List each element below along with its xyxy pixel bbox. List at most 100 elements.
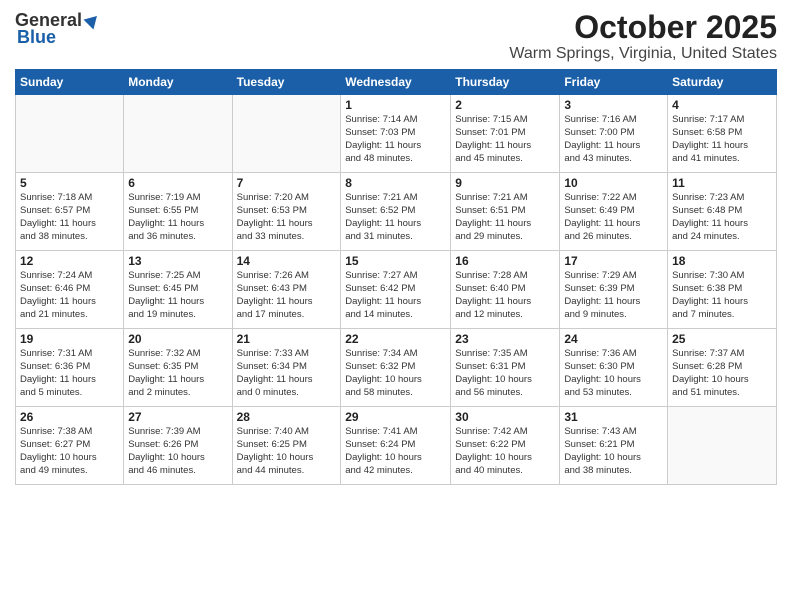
day-info: Sunrise: 7:26 AM Sunset: 6:43 PM Dayligh… <box>237 270 337 321</box>
calendar-cell: 21Sunrise: 7:33 AM Sunset: 6:34 PM Dayli… <box>232 329 341 407</box>
calendar-cell: 5 Sunrise: 7:18 AM Sunset: 6:57 PM Daylig… <box>16 173 124 251</box>
day-number: 18 <box>672 254 772 268</box>
page-container: General Blue October 2025 Warm Springs, … <box>0 0 792 490</box>
col-saturday: Saturday <box>668 70 777 95</box>
day-number: 21 <box>237 332 337 346</box>
col-wednesday: Wednesday <box>341 70 451 95</box>
day-number: 5 <box>20 176 119 190</box>
day-info: Sunrise: 7:24 AM Sunset: 6:46 PM Dayligh… <box>20 270 119 321</box>
day-info: Sunrise: 7:20 AM Sunset: 6:53 PM Dayligh… <box>237 192 337 243</box>
calendar-cell: 30 Sunrise: 7:42 AM Sunset: 6:22 PM Dayli… <box>451 407 560 485</box>
day-number: 31 <box>564 410 663 424</box>
day-info: Sunrise: 7:38 AM Sunset: 6:27 PM Dayligh… <box>20 426 119 477</box>
day-number: 15 <box>345 254 446 268</box>
month-title: October 2025 <box>509 10 777 45</box>
calendar-cell: 17Sunrise: 7:29 AM Sunset: 6:39 PM Dayli… <box>560 251 668 329</box>
day-number: 10 <box>564 176 663 190</box>
day-info: Sunrise: 7:15 AM Sunset: 7:01 PM Dayligh… <box>455 114 555 165</box>
day-number: 8 <box>345 176 446 190</box>
col-thursday: Thursday <box>451 70 560 95</box>
day-info: Sunrise: 7:34 AM Sunset: 6:32 PM Dayligh… <box>345 348 446 399</box>
calendar-cell: 11 Sunrise: 7:23 AM Sunset: 6:48 PM Dayli… <box>668 173 777 251</box>
day-info: Sunrise: 7:17 AM Sunset: 6:58 PM Dayligh… <box>672 114 772 165</box>
calendar-cell: 23 Sunrise: 7:35 AM Sunset: 6:31 PM Dayli… <box>451 329 560 407</box>
day-number: 4 <box>672 98 772 112</box>
day-number: 13 <box>128 254 227 268</box>
col-monday: Monday <box>124 70 232 95</box>
day-info: Sunrise: 7:21 AM Sunset: 6:52 PM Dayligh… <box>345 192 446 243</box>
col-sunday: Sunday <box>16 70 124 95</box>
calendar-cell: 1Sunrise: 7:14 AM Sunset: 7:03 PM Daylig… <box>341 95 451 173</box>
day-info: Sunrise: 7:23 AM Sunset: 6:48 PM Dayligh… <box>672 192 772 243</box>
calendar-cell <box>16 95 124 173</box>
calendar-cell <box>668 407 777 485</box>
day-info: Sunrise: 7:42 AM Sunset: 6:22 PM Dayligh… <box>455 426 555 477</box>
col-friday: Friday <box>560 70 668 95</box>
day-number: 16 <box>455 254 555 268</box>
calendar-cell: 10Sunrise: 7:22 AM Sunset: 6:49 PM Dayli… <box>560 173 668 251</box>
calendar-cell: 8 Sunrise: 7:21 AM Sunset: 6:52 PM Daylig… <box>341 173 451 251</box>
day-number: 19 <box>20 332 119 346</box>
calendar-cell <box>124 95 232 173</box>
header: General Blue October 2025 Warm Springs, … <box>15 10 777 63</box>
calendar-cell: 13Sunrise: 7:25 AM Sunset: 6:45 PM Dayli… <box>124 251 232 329</box>
calendar-cell: 28 Sunrise: 7:40 AM Sunset: 6:25 PM Dayli… <box>232 407 341 485</box>
day-number: 23 <box>455 332 555 346</box>
calendar-cell: 6 Sunrise: 7:19 AM Sunset: 6:55 PM Daylig… <box>124 173 232 251</box>
calendar-cell: 27Sunrise: 7:39 AM Sunset: 6:26 PM Dayli… <box>124 407 232 485</box>
day-info: Sunrise: 7:40 AM Sunset: 6:25 PM Dayligh… <box>237 426 337 477</box>
day-number: 9 <box>455 176 555 190</box>
calendar-cell: 4 Sunrise: 7:17 AM Sunset: 6:58 PM Daylig… <box>668 95 777 173</box>
calendar-week-0: 1Sunrise: 7:14 AM Sunset: 7:03 PM Daylig… <box>16 95 777 173</box>
day-number: 11 <box>672 176 772 190</box>
title-block: October 2025 Warm Springs, Virginia, Uni… <box>509 10 777 63</box>
day-info: Sunrise: 7:36 AM Sunset: 6:30 PM Dayligh… <box>564 348 663 399</box>
logo: General Blue <box>15 10 102 48</box>
day-number: 12 <box>20 254 119 268</box>
day-number: 6 <box>128 176 227 190</box>
calendar-week-1: 5 Sunrise: 7:18 AM Sunset: 6:57 PM Daylig… <box>16 173 777 251</box>
calendar-cell: 29 Sunrise: 7:41 AM Sunset: 6:24 PM Dayli… <box>341 407 451 485</box>
day-number: 22 <box>345 332 446 346</box>
calendar-week-2: 12 Sunrise: 7:24 AM Sunset: 6:46 PM Dayli… <box>16 251 777 329</box>
calendar-cell: 26 Sunrise: 7:38 AM Sunset: 6:27 PM Dayli… <box>16 407 124 485</box>
day-number: 26 <box>20 410 119 424</box>
calendar-cell: 12 Sunrise: 7:24 AM Sunset: 6:46 PM Dayli… <box>16 251 124 329</box>
logo-blue: Blue <box>17 27 56 48</box>
day-number: 27 <box>128 410 227 424</box>
calendar-cell: 9 Sunrise: 7:21 AM Sunset: 6:51 PM Daylig… <box>451 173 560 251</box>
calendar-cell: 19 Sunrise: 7:31 AM Sunset: 6:36 PM Dayli… <box>16 329 124 407</box>
day-number: 28 <box>237 410 337 424</box>
day-number: 14 <box>237 254 337 268</box>
day-number: 24 <box>564 332 663 346</box>
day-number: 30 <box>455 410 555 424</box>
calendar-cell: 31Sunrise: 7:43 AM Sunset: 6:21 PM Dayli… <box>560 407 668 485</box>
calendar-cell: 20Sunrise: 7:32 AM Sunset: 6:35 PM Dayli… <box>124 329 232 407</box>
day-info: Sunrise: 7:37 AM Sunset: 6:28 PM Dayligh… <box>672 348 772 399</box>
location-title: Warm Springs, Virginia, United States <box>509 45 777 63</box>
calendar-cell: 24 Sunrise: 7:36 AM Sunset: 6:30 PM Dayli… <box>560 329 668 407</box>
day-info: Sunrise: 7:30 AM Sunset: 6:38 PM Dayligh… <box>672 270 772 321</box>
calendar-cell: 2Sunrise: 7:15 AM Sunset: 7:01 PM Daylig… <box>451 95 560 173</box>
day-number: 29 <box>345 410 446 424</box>
calendar-week-3: 19 Sunrise: 7:31 AM Sunset: 6:36 PM Dayli… <box>16 329 777 407</box>
day-info: Sunrise: 7:29 AM Sunset: 6:39 PM Dayligh… <box>564 270 663 321</box>
day-info: Sunrise: 7:19 AM Sunset: 6:55 PM Dayligh… <box>128 192 227 243</box>
calendar: Sunday Monday Tuesday Wednesday Thursday… <box>15 69 777 485</box>
calendar-cell: 3Sunrise: 7:16 AM Sunset: 7:00 PM Daylig… <box>560 95 668 173</box>
day-number: 20 <box>128 332 227 346</box>
day-info: Sunrise: 7:41 AM Sunset: 6:24 PM Dayligh… <box>345 426 446 477</box>
day-info: Sunrise: 7:18 AM Sunset: 6:57 PM Dayligh… <box>20 192 119 243</box>
day-info: Sunrise: 7:31 AM Sunset: 6:36 PM Dayligh… <box>20 348 119 399</box>
col-tuesday: Tuesday <box>232 70 341 95</box>
day-number: 25 <box>672 332 772 346</box>
day-number: 7 <box>237 176 337 190</box>
calendar-cell: 7 Sunrise: 7:20 AM Sunset: 6:53 PM Daylig… <box>232 173 341 251</box>
day-info: Sunrise: 7:16 AM Sunset: 7:00 PM Dayligh… <box>564 114 663 165</box>
day-info: Sunrise: 7:21 AM Sunset: 6:51 PM Dayligh… <box>455 192 555 243</box>
day-info: Sunrise: 7:28 AM Sunset: 6:40 PM Dayligh… <box>455 270 555 321</box>
calendar-header-row: Sunday Monday Tuesday Wednesday Thursday… <box>16 70 777 95</box>
day-info: Sunrise: 7:35 AM Sunset: 6:31 PM Dayligh… <box>455 348 555 399</box>
calendar-cell: 18 Sunrise: 7:30 AM Sunset: 6:38 PM Dayli… <box>668 251 777 329</box>
logo-icon <box>83 12 101 30</box>
